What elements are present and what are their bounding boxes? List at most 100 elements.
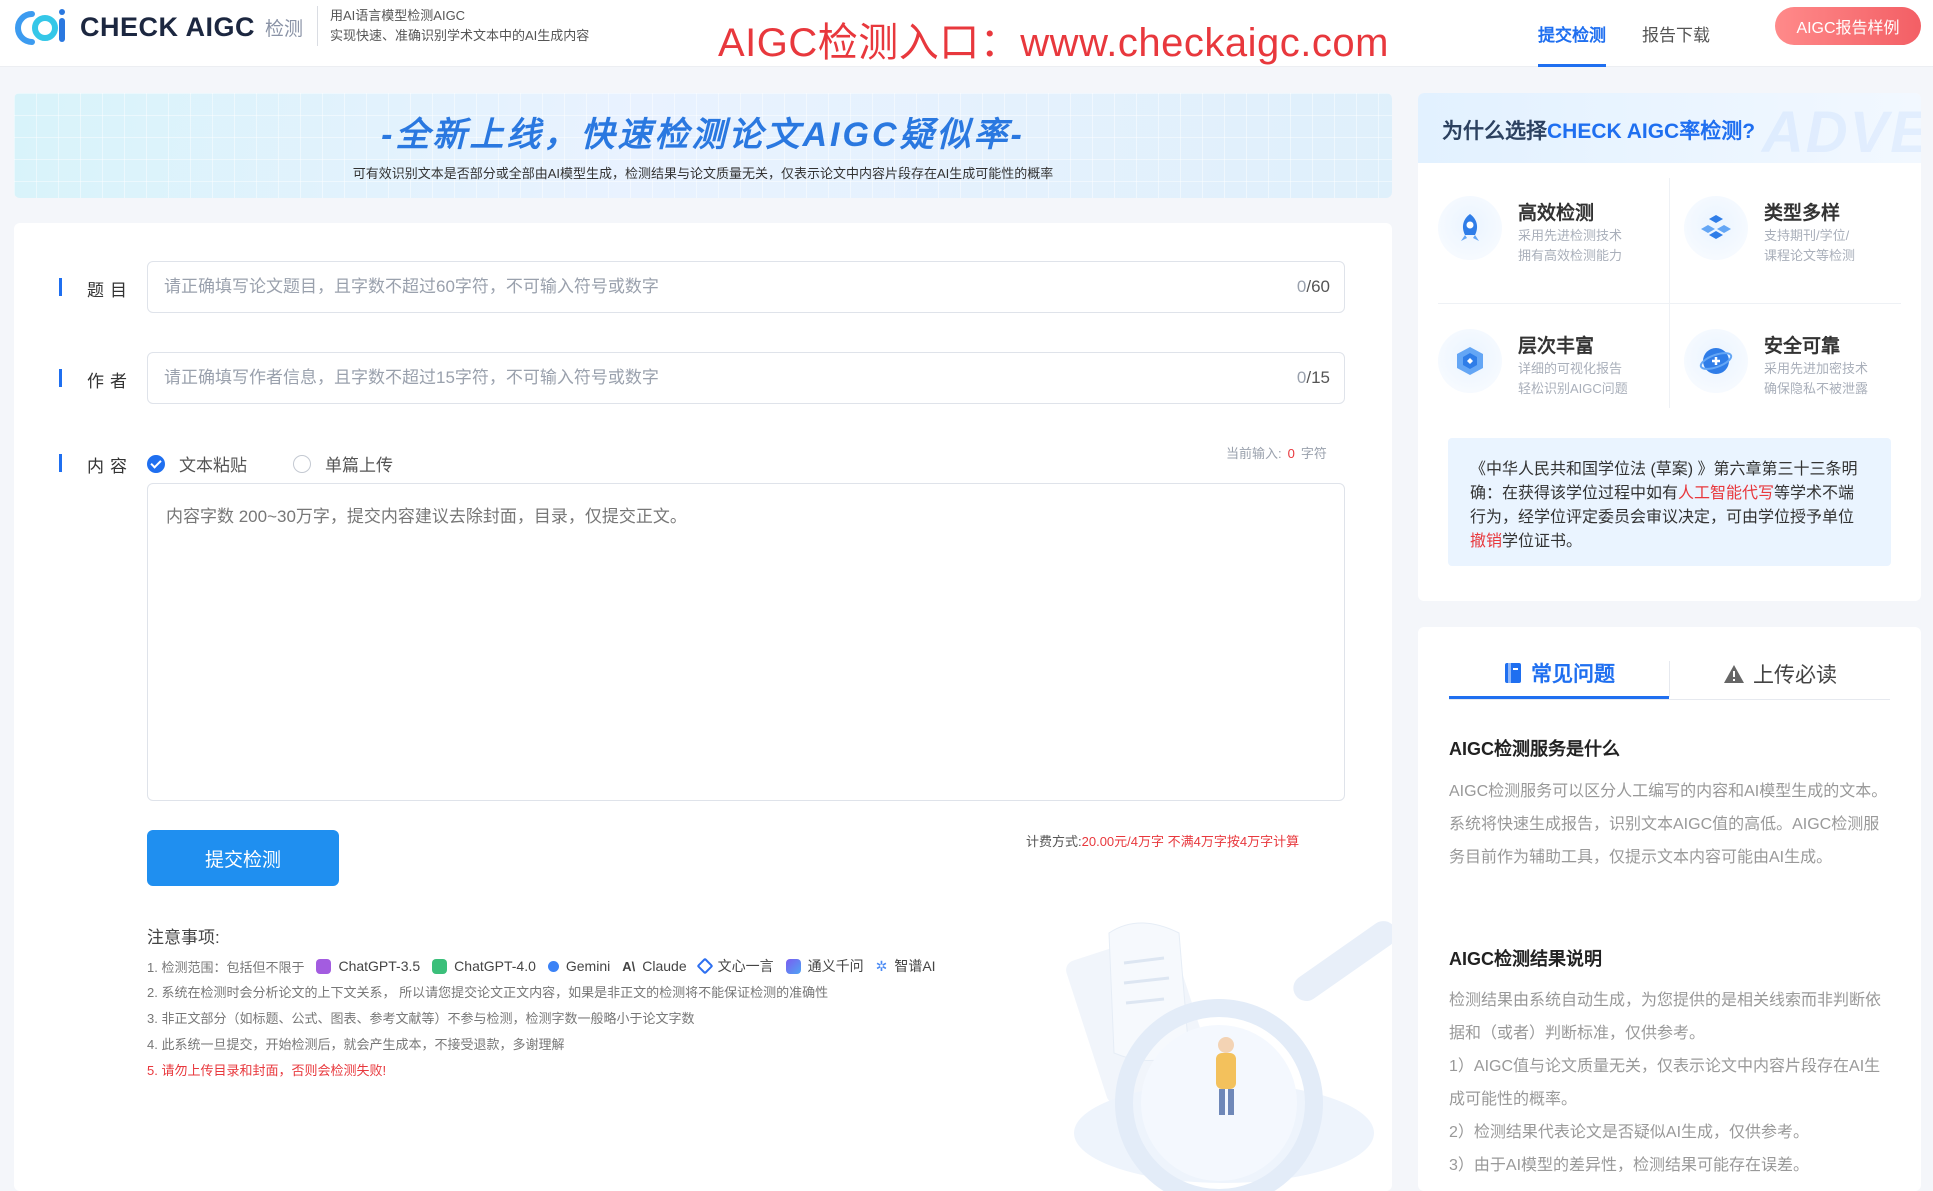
submit-check-button[interactable]: 提交检测 — [147, 830, 339, 886]
faq-question-1: AIGC检测服务是什么 — [1449, 739, 1620, 759]
title-field[interactable]: 0/60 — [147, 261, 1345, 313]
slogan: 用AI语言模型检测AIGC 实现快速、准确识别学术文本中的AI生成内容 — [317, 6, 589, 46]
tongyi-icon — [785, 958, 801, 974]
current-input-count: 0 — [1287, 446, 1295, 461]
feature-desc-line: 采用先进加密技术 — [1764, 361, 1869, 376]
feature-title: 高效检测 — [1518, 203, 1595, 224]
feature-desc-line: 详细的可视化报告 — [1518, 361, 1623, 376]
zhipu-icon: ✲ — [875, 957, 888, 974]
faq-card: 常见问题 上传必读 AIGC检测服务是什么 AIGC检测服务可以区分人工编写的内… — [1418, 627, 1921, 1191]
logo[interactable]: CHECK AIGC 检测 — [12, 8, 303, 46]
radio-single-upload-label: 单篇上传 — [325, 456, 393, 475]
pricing-value: 20.00元/4万字 不满4万字按4万字计算 — [1081, 834, 1300, 849]
feature-title: 类型多样 — [1764, 203, 1841, 224]
tab-faq[interactable]: 常见问题 — [1449, 649, 1669, 699]
claude-icon: A\ — [622, 958, 636, 974]
radio-text-paste[interactable]: 文本粘贴 — [147, 451, 247, 476]
tab-upload-notes[interactable]: 上传必读 — [1670, 649, 1890, 699]
author-input[interactable] — [148, 353, 1344, 403]
why-title-brand: CHECK AIGC率检测? — [1547, 120, 1756, 143]
law-highlight-revoke: 撤销 — [1470, 533, 1503, 550]
model-name: ChatGPT-4.0 — [454, 958, 536, 974]
model-zhipu: ✲ 智谱AI — [876, 956, 936, 976]
tab-faq-label: 常见问题 — [1531, 662, 1615, 686]
feature-divider-horizontal — [1438, 303, 1901, 304]
model-chatgpt40: ChatGPT-4.0 — [432, 958, 536, 974]
logo-suffix: 检测 — [265, 18, 304, 40]
title-counter: 0/60 — [1297, 277, 1330, 297]
title-input[interactable] — [148, 262, 1344, 312]
faq-answer-2-intro: 检测结果由系统自动生成，为您提供的是相关线索而非判断依据和（或者）判断标准，仅供… — [1449, 992, 1882, 1042]
slogan-line-2: 实现快速、准确识别学术文本中的AI生成内容 — [330, 28, 590, 43]
feature-desc: 详细的可视化报告 轻松识别AIGC问题 — [1518, 359, 1648, 399]
feature-desc-line: 轻松识别AIGC问题 — [1518, 381, 1628, 396]
law-highlight-ai-ghostwriting: 人工智能代写 — [1678, 485, 1775, 502]
current-input-label: 当前输入: — [1226, 446, 1282, 461]
note-item-1: 1. 检测范围：包括但不限于 ChatGPT-3.5 ChatGPT-4.0 G… — [147, 956, 936, 976]
feature-efficient: 高效检测 采用先进检测技术 拥有高效检测能力 — [1418, 178, 1648, 278]
cubes-icon — [1684, 196, 1748, 260]
feature-desc: 采用先进检测技术 拥有高效检测能力 — [1518, 226, 1648, 266]
submission-form: 题目 0/60 作者 0/15 内容 文本粘贴 单篇上传 当前输入: 0 字符 提交… — [14, 223, 1392, 1191]
wenxin-icon — [696, 957, 714, 975]
feature-title: 层次丰富 — [1518, 336, 1595, 357]
radio-single-upload[interactable]: 单篇上传 — [293, 451, 393, 476]
gemini-icon — [547, 960, 559, 972]
feature-desc-line: 支持期刊/学位/ — [1764, 228, 1850, 243]
note-item-5: 5. 请勿上传目录和封面，否则会检测失败! — [147, 1063, 387, 1078]
why-title-prefix: 为什么选择 — [1442, 120, 1547, 143]
layers-icon — [1438, 329, 1502, 393]
title-count: 0 — [1296, 277, 1307, 296]
content-textarea[interactable] — [148, 484, 1344, 800]
shield-icon — [1684, 329, 1748, 393]
note-item-1-text: 1. 检测范围：包括但不限于 — [147, 959, 305, 975]
model-gemini: Gemini — [547, 958, 610, 974]
model-name: 通义千问 — [807, 958, 864, 974]
note-item-3: 3. 非正文部分（如标题、公式、图表、参考文献等）不参与检测，检测字数一般略小于… — [147, 1011, 695, 1026]
nav-submit-check[interactable]: 提交检测 — [1538, 0, 1606, 67]
feature-secure: 安全可靠 采用先进加密技术 确保隐私不被泄露 — [1664, 311, 1894, 411]
tab-underline — [1449, 699, 1890, 700]
author-field[interactable]: 0/15 — [147, 352, 1345, 404]
notes-title: 注意事项: — [147, 928, 220, 947]
model-tongyi: 通义千问 — [785, 956, 864, 976]
feature-desc-line: 采用先进检测技术 — [1518, 228, 1623, 243]
faq-answer-2-point-2: 2）检测结果代表论文是否疑似AI生成，仅供参考。 — [1449, 1124, 1810, 1141]
feature-desc: 支持期刊/学位/课程论文等检测 — [1764, 226, 1894, 266]
model-name: ChatGPT-3.5 — [338, 958, 421, 974]
slogan-line-1: 用AI语言模型检测AIGC — [330, 8, 466, 23]
current-input-unit: 字符 — [1300, 446, 1327, 461]
why-choose-header: ADVE 为什么选择CHECK AIGC率检测? — [1418, 93, 1921, 165]
current-input-indicator: 当前输入: 0 字符 — [1226, 443, 1327, 462]
model-chatgpt35: ChatGPT-3.5 — [316, 958, 420, 974]
feature-desc-line: 确保隐私不被泄露 — [1764, 381, 1869, 396]
report-sample-button[interactable]: AIGC报告样例 — [1775, 7, 1921, 45]
content-label: 内容 — [59, 452, 133, 477]
model-name: 文心一言 — [717, 958, 774, 974]
radio-text-paste-label: 文本粘贴 — [179, 456, 247, 475]
content-field[interactable] — [147, 483, 1345, 801]
pricing-label: 计费方式: — [1026, 834, 1082, 849]
model-claude: A\ Claude — [622, 958, 686, 974]
banner-url: AIGC检测入口：www.checkaigc.com — [718, 21, 1389, 65]
note-item-4: 4. 此系统一旦提交，开始检测后，就会产生成本，不接受退款，多谢理解 — [147, 1037, 565, 1052]
feature-desc-line: 拥有高效检测能力 — [1518, 248, 1623, 263]
nav-report-download[interactable]: 报告下载 — [1642, 0, 1710, 67]
faq-answer-2-point-3: 3）由于AI模型的差异性，检测结果可能存在误差。 — [1449, 1157, 1810, 1174]
faq-answer-2-point-1: 1）AIGC值与论文质量无关，仅表示论文中内容片段存在AI生成可能性的概率。 — [1449, 1058, 1881, 1108]
tab-upload-notes-label: 上传必读 — [1753, 664, 1837, 687]
why-bg-watermark: ADVE — [1761, 100, 1921, 165]
title-label: 题目 — [59, 276, 133, 301]
logo-text: CHECK AIGC — [80, 11, 256, 42]
model-wenxin: 文心一言 — [696, 956, 774, 976]
model-name: 智谱AI — [894, 958, 936, 974]
faq-answer-1: AIGC检测服务可以区分人工编写的内容和AI模型生成的文本。 系统将快速生成报告… — [1449, 783, 1888, 866]
radio-checked-icon — [147, 454, 165, 473]
magnifier-illustration — [1064, 903, 1392, 1191]
author-label: 作者 — [59, 367, 133, 392]
degree-law-notice: 《中华人民共和国学位法 (草案) 》第六章第三十三条明确：在获得该学位过程中如有… — [1448, 438, 1891, 566]
book-icon — [1503, 662, 1523, 684]
top-header: CHECK AIGC 检测 用AI语言模型检测AIGC 实现快速、准确识别学术文… — [0, 0, 1933, 67]
feature-layered: 层次丰富 详细的可视化报告 轻松识别AIGC问题 — [1418, 311, 1648, 411]
note-item-2: 2. 系统在检测时会分析论文的上下文关系， 所以请您提交论文正文内容，如果是非正… — [147, 985, 829, 1000]
